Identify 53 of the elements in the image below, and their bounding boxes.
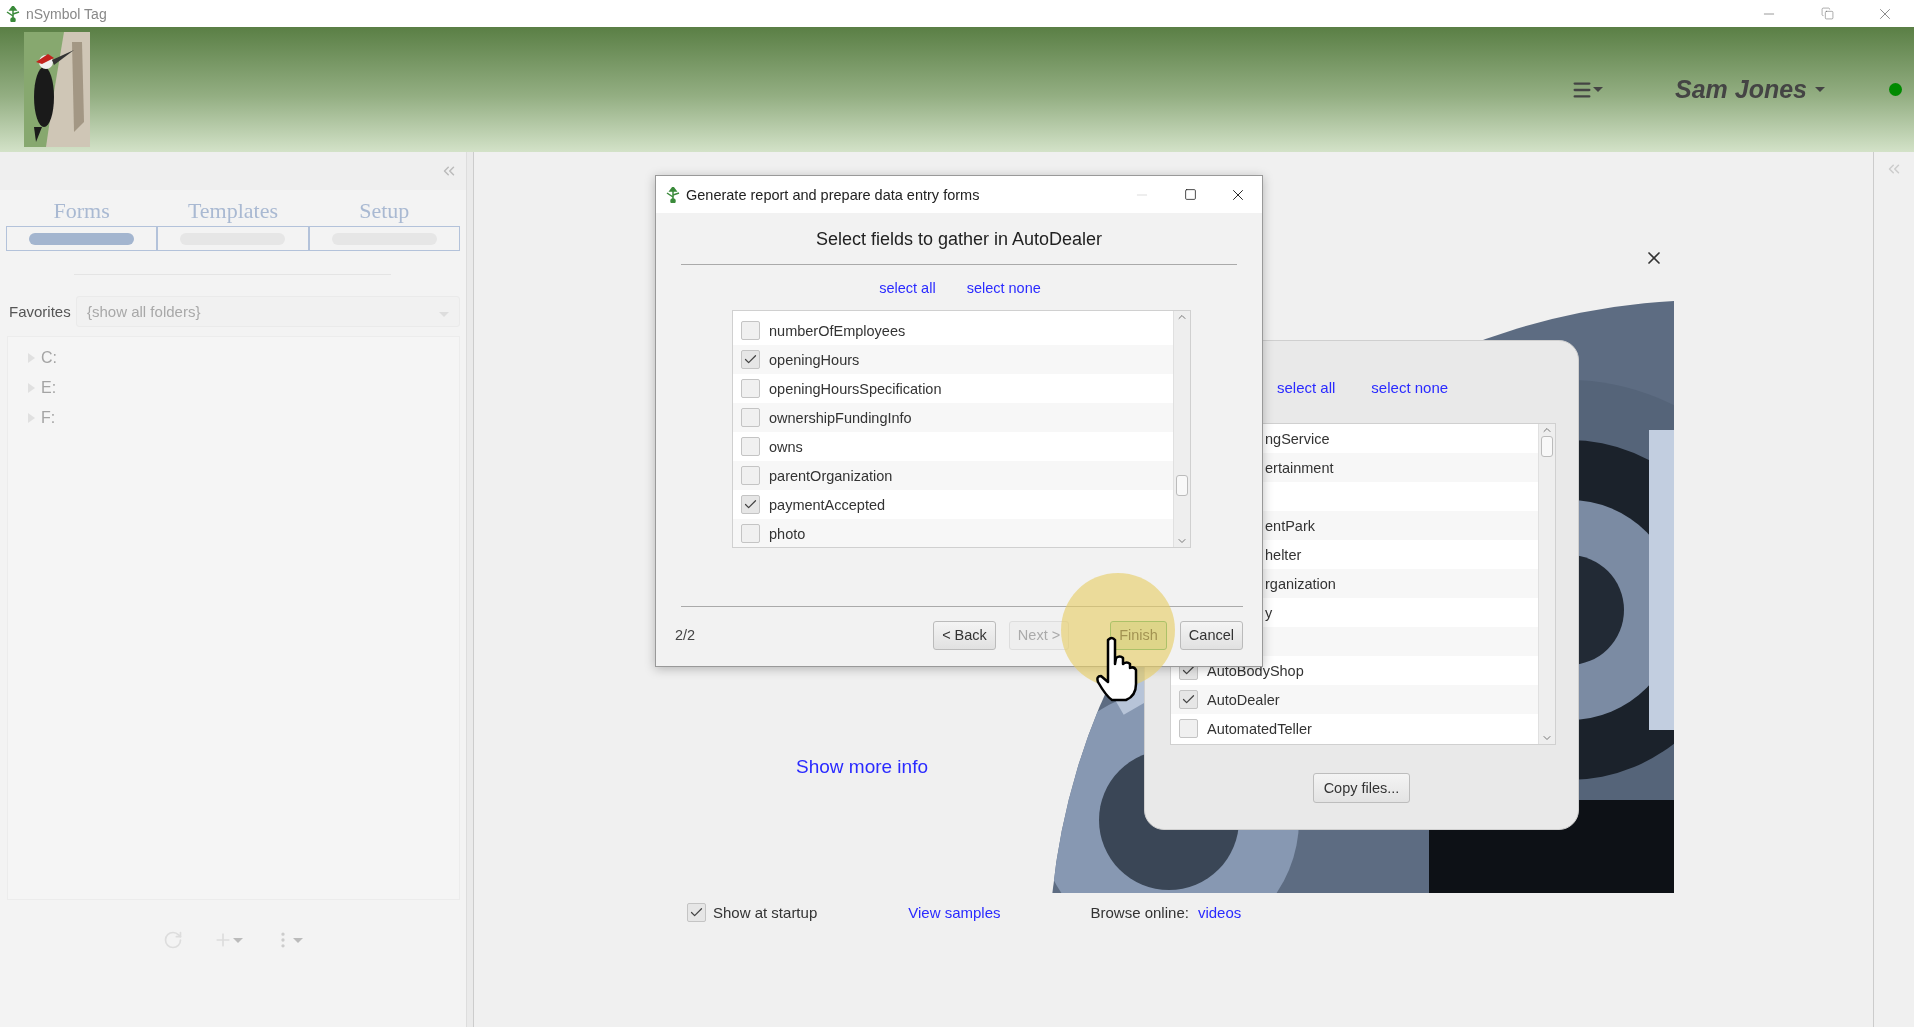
list-item[interactable]: ownershipFundingInfo (769, 409, 912, 426)
checkbox[interactable] (741, 408, 760, 427)
more-info-link[interactable]: Show more info (796, 756, 928, 778)
window-title: nSymbol Tag (26, 5, 108, 22)
checkbox-label: Show at startup (713, 904, 818, 921)
splitter[interactable] (467, 152, 474, 1027)
list-item[interactable]: openingHoursSpecification (769, 380, 942, 397)
checkbox[interactable] (741, 466, 760, 485)
list-item[interactable]: parentOrganization (769, 467, 893, 484)
checkbox[interactable] (687, 903, 706, 922)
list-item[interactable]: AutomatedTeller (1207, 720, 1312, 737)
checkbox[interactable] (741, 524, 760, 543)
checkbox[interactable] (741, 437, 760, 456)
select-all-link[interactable]: select all (879, 280, 936, 296)
list-item[interactable]: ertainment (1265, 459, 1334, 476)
samples-link[interactable]: View samples (908, 904, 1001, 921)
browse-label: Browse online: (1090, 904, 1189, 921)
scroll-thumb[interactable] (1176, 475, 1188, 496)
dialog-heading: Select fields to gather in AutoDealer (814, 229, 1104, 250)
list-item[interactable]: rganization (1265, 575, 1336, 592)
scrollbar[interactable] (1173, 311, 1190, 547)
checkbox[interactable] (741, 495, 760, 514)
page-counter: 2/2 (675, 627, 697, 643)
select-all-link[interactable]: select all (1277, 379, 1336, 396)
list-item[interactable]: y (1265, 604, 1273, 621)
checkbox[interactable] (741, 321, 760, 340)
videos-link[interactable]: videos (1197, 904, 1242, 921)
list-item[interactable]: owns (769, 438, 803, 455)
checkbox[interactable] (1179, 719, 1198, 738)
favorites-label: Favorites (9, 303, 72, 320)
list-item[interactable]: AutoBodyShop (1207, 662, 1304, 679)
checkbox[interactable] (1179, 690, 1198, 709)
select-none-link[interactable]: select none (1371, 379, 1449, 396)
app-logo-icon (664, 186, 680, 203)
select-none-link[interactable]: select none (966, 280, 1041, 296)
list-item[interactable]: AutoDealer (1207, 691, 1280, 708)
app-logo-icon (4, 5, 20, 22)
scroll-thumb[interactable] (1541, 436, 1553, 457)
list-item[interactable]: paymentAccepted (769, 496, 886, 513)
checkbox[interactable] (741, 350, 760, 369)
list-item[interactable]: openingHours (769, 351, 860, 368)
checkbox[interactable] (741, 379, 760, 398)
scrollbar[interactable] (1538, 424, 1555, 744)
list-item[interactable]: helter (1265, 546, 1302, 563)
dialog-button[interactable]: < Back (933, 620, 996, 650)
copy-files-button[interactable]: Copy files... (1312, 773, 1411, 803)
dialog-button[interactable]: Cancel (1179, 620, 1243, 650)
user-menu[interactable]: Sam Jones (1675, 75, 1825, 104)
dialog-title: Generate report and prepare data entry forms (686, 186, 981, 203)
list-item[interactable]: ngService (1265, 430, 1330, 447)
list-item[interactable]: numberOfEmployees (769, 322, 906, 339)
list-item[interactable]: photo (769, 525, 806, 542)
list-item[interactable]: entPark (1265, 517, 1315, 534)
